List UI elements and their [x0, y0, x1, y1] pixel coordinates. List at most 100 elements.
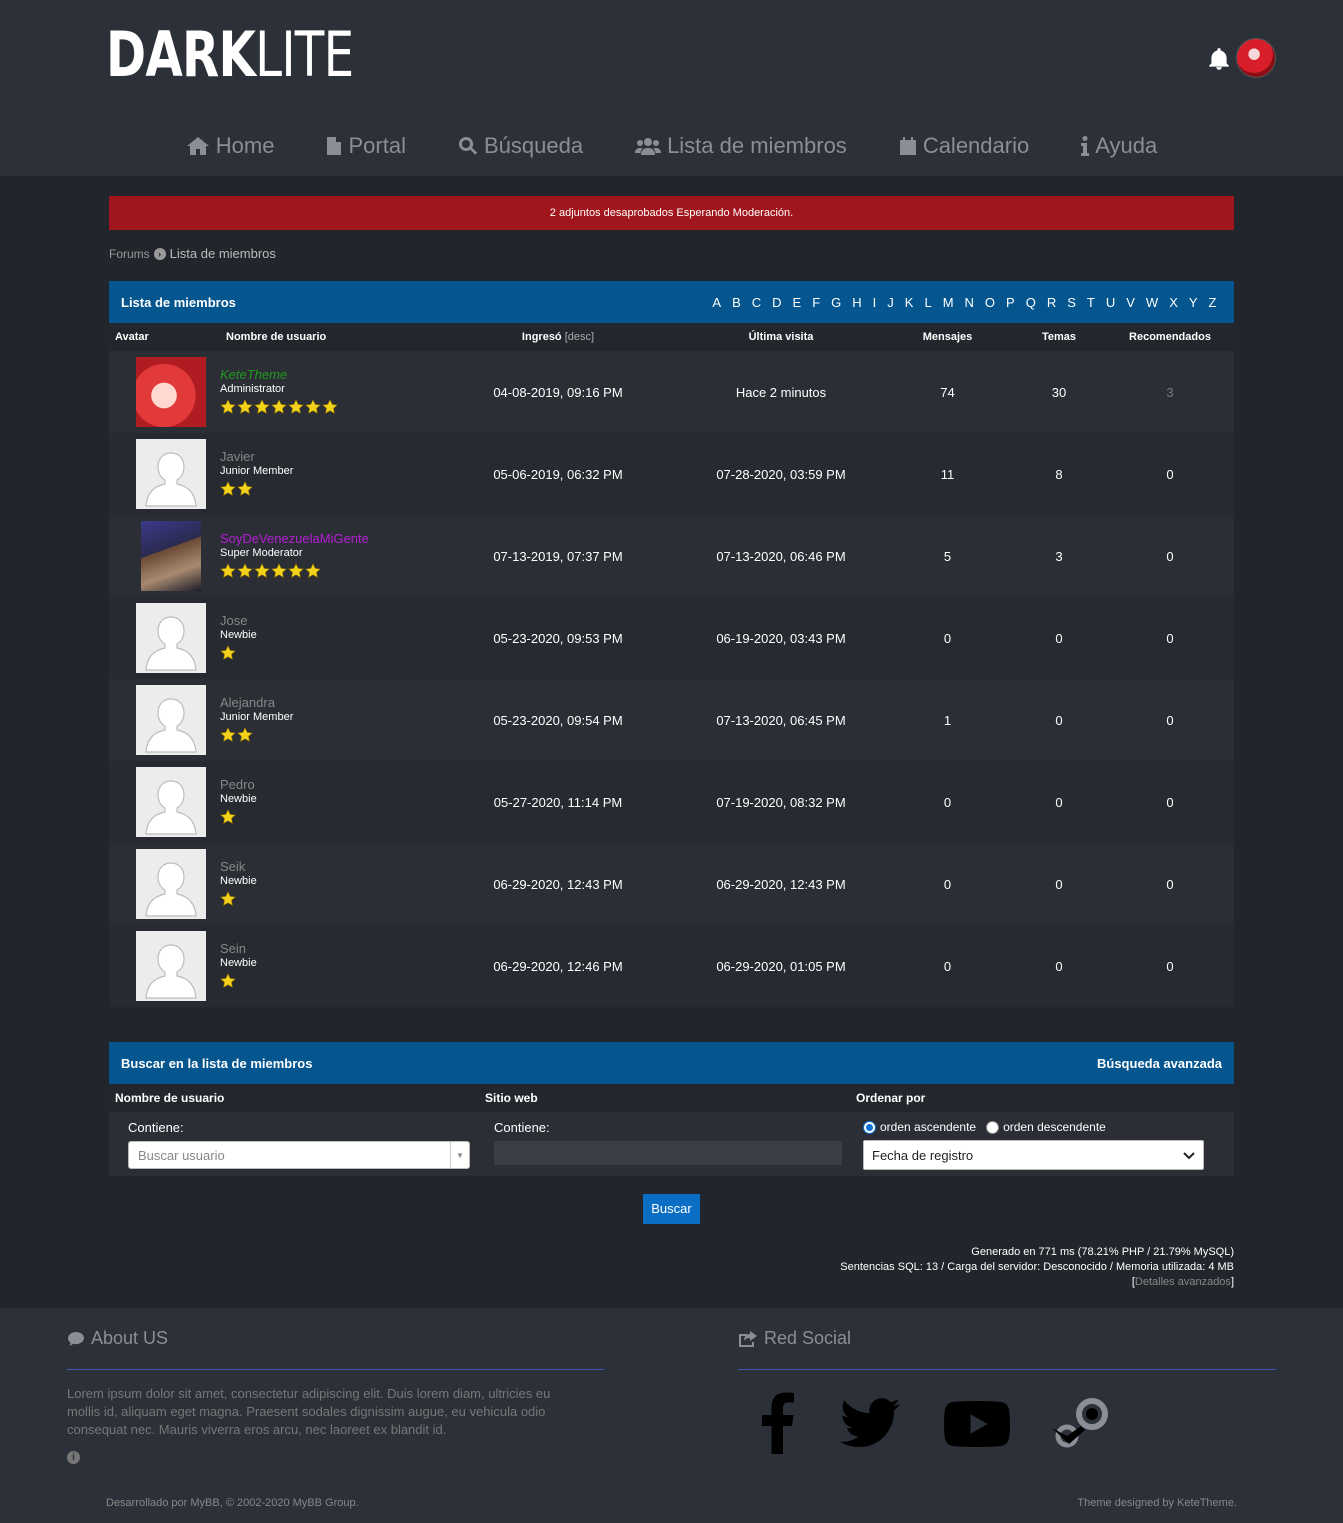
member-posts[interactable]: 5 — [889, 549, 1006, 564]
twitter-icon[interactable] — [840, 1398, 900, 1448]
nav-portal[interactable]: Portal — [326, 124, 406, 168]
letter-filter-w[interactable]: W — [1140, 295, 1163, 310]
member-username[interactable]: Seik — [220, 859, 443, 874]
site-logo[interactable]: DARKLITE — [106, 22, 354, 88]
col-joined[interactable]: Ingresó [desc] — [443, 331, 673, 343]
letter-filter-u[interactable]: U — [1100, 295, 1120, 310]
letter-filter-h[interactable]: H — [847, 295, 867, 310]
letter-filter-i[interactable]: I — [867, 295, 882, 310]
sort-by-select[interactable]: Fecha de registro — [863, 1140, 1204, 1170]
member-avatar[interactable] — [141, 521, 201, 591]
letter-filter-z[interactable]: Z — [1203, 295, 1222, 310]
advanced-search-link[interactable]: Búsqueda avanzada — [1097, 1056, 1222, 1071]
letter-filter-g[interactable]: G — [826, 295, 847, 310]
bell-icon[interactable] — [1206, 46, 1232, 72]
user-avatar[interactable] — [1236, 38, 1276, 78]
letter-filter-s[interactable]: S — [1062, 295, 1082, 310]
order-asc-label[interactable]: orden ascendente — [880, 1120, 976, 1134]
member-username[interactable]: Jose — [220, 613, 443, 628]
website-search-input[interactable] — [494, 1141, 842, 1165]
letter-filter-j[interactable]: J — [882, 295, 900, 310]
member-username[interactable]: Sein — [220, 941, 443, 956]
letter-filter-n[interactable]: N — [959, 295, 979, 310]
col-threads[interactable]: Temas — [1006, 331, 1112, 343]
member-stars — [220, 562, 443, 582]
member-posts[interactable]: 0 — [889, 631, 1006, 646]
nav-calendar[interactable]: Calendario — [899, 124, 1029, 168]
order-desc-radio[interactable] — [986, 1120, 1000, 1134]
letter-filter-l[interactable]: L — [919, 295, 937, 310]
member-threads[interactable]: 0 — [1006, 713, 1112, 728]
member-posts[interactable]: 11 — [889, 467, 1006, 482]
letter-filter-q[interactable]: Q — [1020, 295, 1041, 310]
youtube-icon[interactable] — [944, 1401, 1010, 1447]
star-icon — [254, 398, 270, 418]
member-avatar[interactable] — [136, 439, 206, 509]
nav-help[interactable]: Ayuda — [1081, 124, 1157, 168]
header: DARKLITE Home Portal Búsqueda Lista de m… — [0, 0, 1343, 176]
steam-icon[interactable] — [1052, 1398, 1108, 1448]
nav-home-label: Home — [215, 133, 275, 158]
search-submit-button[interactable]: Buscar — [643, 1194, 700, 1224]
letter-filter-c[interactable]: C — [746, 295, 766, 310]
member-threads[interactable]: 8 — [1006, 467, 1112, 482]
letter-filter-f[interactable]: F — [807, 295, 826, 310]
member-username[interactable]: SoyDeVenezuelaMiGente — [220, 531, 443, 546]
dropdown-arrow-icon[interactable]: ▼ — [450, 1142, 469, 1168]
letter-filter-k[interactable]: K — [899, 295, 919, 310]
member-avatar[interactable] — [136, 849, 206, 919]
col-recommended[interactable]: Recomendados — [1112, 331, 1228, 343]
letter-filter-e[interactable]: E — [787, 295, 807, 310]
letter-filter-m[interactable]: M — [937, 295, 959, 310]
breadcrumb-root[interactable]: Forums — [109, 247, 150, 261]
col-username[interactable]: Nombre de usuario — [220, 331, 443, 343]
advanced-details-link[interactable]: Detalles avanzados — [1135, 1276, 1231, 1288]
letter-filter-t[interactable]: T — [1081, 295, 1100, 310]
member-threads[interactable]: 0 — [1006, 631, 1112, 646]
sort-desc-link[interactable]: [desc] — [565, 331, 594, 343]
member-posts[interactable]: 0 — [889, 959, 1006, 974]
username-search-input[interactable]: Buscar usuario ▼ — [128, 1141, 470, 1169]
member-threads[interactable]: 30 — [1006, 385, 1112, 400]
member-threads[interactable]: 0 — [1006, 877, 1112, 892]
facebook-icon[interactable] — [760, 1392, 796, 1454]
nav-home[interactable]: Home — [186, 124, 275, 168]
letter-filter-p[interactable]: P — [1001, 295, 1021, 310]
member-avatar[interactable] — [136, 767, 206, 837]
letter-filter-a[interactable]: A — [707, 295, 727, 310]
col-posts[interactable]: Mensajes — [889, 331, 1006, 343]
member-avatar[interactable] — [136, 357, 206, 427]
letter-filter-b[interactable]: B — [727, 295, 747, 310]
member-username[interactable]: Pedro — [220, 777, 443, 792]
member-avatar[interactable] — [136, 931, 206, 1001]
member-posts[interactable]: 0 — [889, 795, 1006, 810]
member-posts[interactable]: 0 — [889, 877, 1006, 892]
letter-filter-y[interactable]: Y — [1183, 295, 1203, 310]
order-asc-radio[interactable] — [863, 1120, 876, 1134]
letter-filter-d[interactable]: D — [767, 295, 787, 310]
alert-link[interactable]: Esperando Moderación. — [676, 207, 793, 219]
member-avatar[interactable] — [136, 603, 206, 673]
nav-memberlist[interactable]: Lista de miembros — [635, 124, 847, 168]
member-posts[interactable]: 1 — [889, 713, 1006, 728]
letter-filter-o[interactable]: O — [979, 295, 1000, 310]
member-username[interactable]: KeteTheme — [220, 367, 443, 382]
member-threads[interactable]: 0 — [1006, 795, 1112, 810]
letter-filter-v[interactable]: V — [1121, 295, 1141, 310]
nav-search[interactable]: Búsqueda — [458, 124, 583, 168]
member-username[interactable]: Javier — [220, 449, 443, 464]
letter-filter-x[interactable]: X — [1164, 295, 1184, 310]
member-avatar[interactable] — [136, 685, 206, 755]
letter-filter-r[interactable]: R — [1041, 295, 1061, 310]
member-username[interactable]: Alejandra — [220, 695, 443, 710]
member-posts[interactable]: 74 — [889, 385, 1006, 400]
col-last-visit[interactable]: Última visita — [673, 331, 889, 343]
member-threads[interactable]: 0 — [1006, 959, 1112, 974]
theme-credit[interactable]: Theme designed by KeteTheme. — [1077, 1497, 1237, 1509]
order-radios: orden ascendente orden descendente — [863, 1120, 1215, 1134]
member-threads[interactable]: 3 — [1006, 549, 1112, 564]
star-icon — [237, 398, 253, 418]
powered-by[interactable]: Desarrollado por MyBB, © 2002-2020 MyBB … — [106, 1497, 359, 1509]
table-row: Seik Newbie 06-29-2020, 12:43 PM 06-29-2020… — [109, 843, 1234, 925]
order-desc-label[interactable]: orden descendente — [1003, 1120, 1106, 1134]
